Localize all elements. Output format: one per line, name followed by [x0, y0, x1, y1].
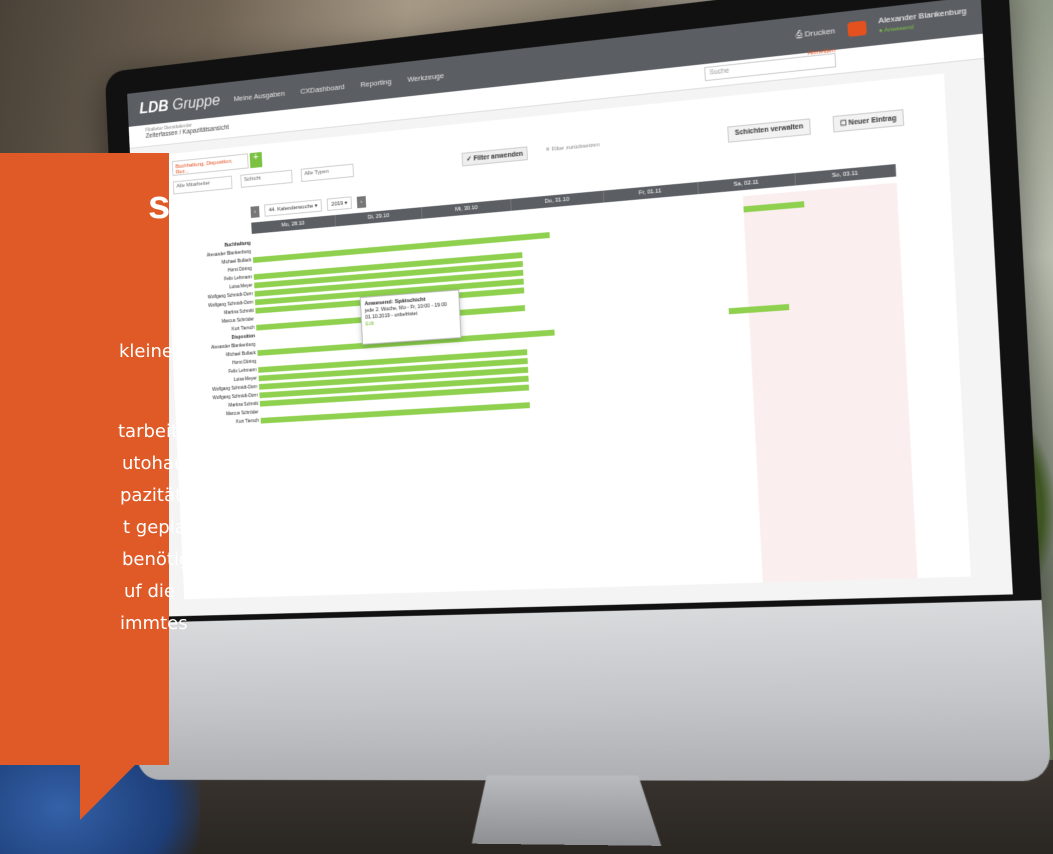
- add-department-button[interactable]: +: [249, 151, 263, 169]
- day-header: Sa, 02.11: [697, 173, 796, 195]
- user-menu[interactable]: Alexander Blankenburg ● Anwesend: [878, 6, 967, 37]
- next-week-button[interactable]: ›: [356, 195, 367, 208]
- callout-text-line: immtes: [120, 613, 188, 634]
- callout-text-line: benötigen: [122, 549, 213, 570]
- shift-select[interactable]: Schicht: [240, 169, 293, 188]
- apply-filter-button[interactable]: ✓ Filter anwenden: [461, 146, 529, 167]
- nav-item[interactable]: Werkzeuge: [407, 71, 444, 84]
- reset-filter-link[interactable]: ✕ Filter zurücksetzen: [545, 141, 599, 153]
- callout-title: s: [148, 183, 171, 227]
- employee-rows: Buchhaltung Alexander Blankenburg Michael …: [168, 181, 929, 430]
- app-logo[interactable]: LDB Gruppe: [139, 91, 220, 119]
- day-header: Mo, 28.10: [251, 215, 337, 234]
- nav-item[interactable]: Reporting: [360, 77, 391, 89]
- callout-text-line: uf die: [124, 581, 175, 602]
- day-header: Di, 29.10: [335, 207, 423, 227]
- info-callout: s kleinen tarbeiter. utohauses pazitäten…: [0, 153, 215, 765]
- callout-tail: [80, 764, 136, 820]
- imac-monitor: LDB Gruppe Meine Ausgaben CXDashboard Re…: [104, 0, 1053, 845]
- manage-shifts-button[interactable]: Schichten verwalten: [727, 118, 811, 143]
- employee-select[interactable]: Alle Mitarbeiter: [172, 175, 233, 195]
- callout-text-line: tarbeiter.: [118, 421, 201, 442]
- app-screen: LDB Gruppe Meine Ausgaben CXDashboard Re…: [127, 0, 1013, 617]
- monitor-chin: [130, 600, 1052, 782]
- prev-week-button[interactable]: ‹: [250, 205, 260, 218]
- shift-tooltip: Anwesend: Spätschicht jede 2. Woche, Mo …: [359, 289, 462, 345]
- new-entry-button[interactable]: ☐ Neuer Eintrag: [832, 109, 905, 133]
- callout-text-line: utohauses: [122, 453, 216, 474]
- department-select[interactable]: Buchhaltung, Disposition, Rez...: [171, 153, 249, 176]
- type-select[interactable]: Alle Typen: [300, 163, 354, 183]
- tooltip-edit-link[interactable]: Edit: [366, 321, 375, 327]
- day-header: Mi, 30.10: [422, 199, 513, 219]
- messages-icon[interactable]: [847, 20, 867, 38]
- monitor-stand: [468, 775, 661, 845]
- print-button[interactable]: ⎙ Drucken: [796, 26, 836, 41]
- day-header: So, 03.11: [795, 164, 897, 186]
- nav-item[interactable]: CXDashboard: [300, 82, 344, 95]
- day-header: Fr, 01.11: [603, 182, 699, 203]
- day-header: Do, 31.10: [511, 190, 604, 211]
- callout-text-line: pazitäten: [120, 485, 205, 506]
- week-select[interactable]: 44. Kalenderwoche ▾: [264, 199, 323, 217]
- year-select[interactable]: 2019 ▾: [326, 196, 353, 211]
- nav-item[interactable]: Meine Ausgaben: [233, 89, 285, 103]
- callout-text-line: t geplant: [123, 517, 205, 538]
- capacity-view: Buchhaltung, Disposition, Rez... + Alle …: [163, 73, 971, 600]
- callout-text-line: kleinen: [119, 341, 185, 362]
